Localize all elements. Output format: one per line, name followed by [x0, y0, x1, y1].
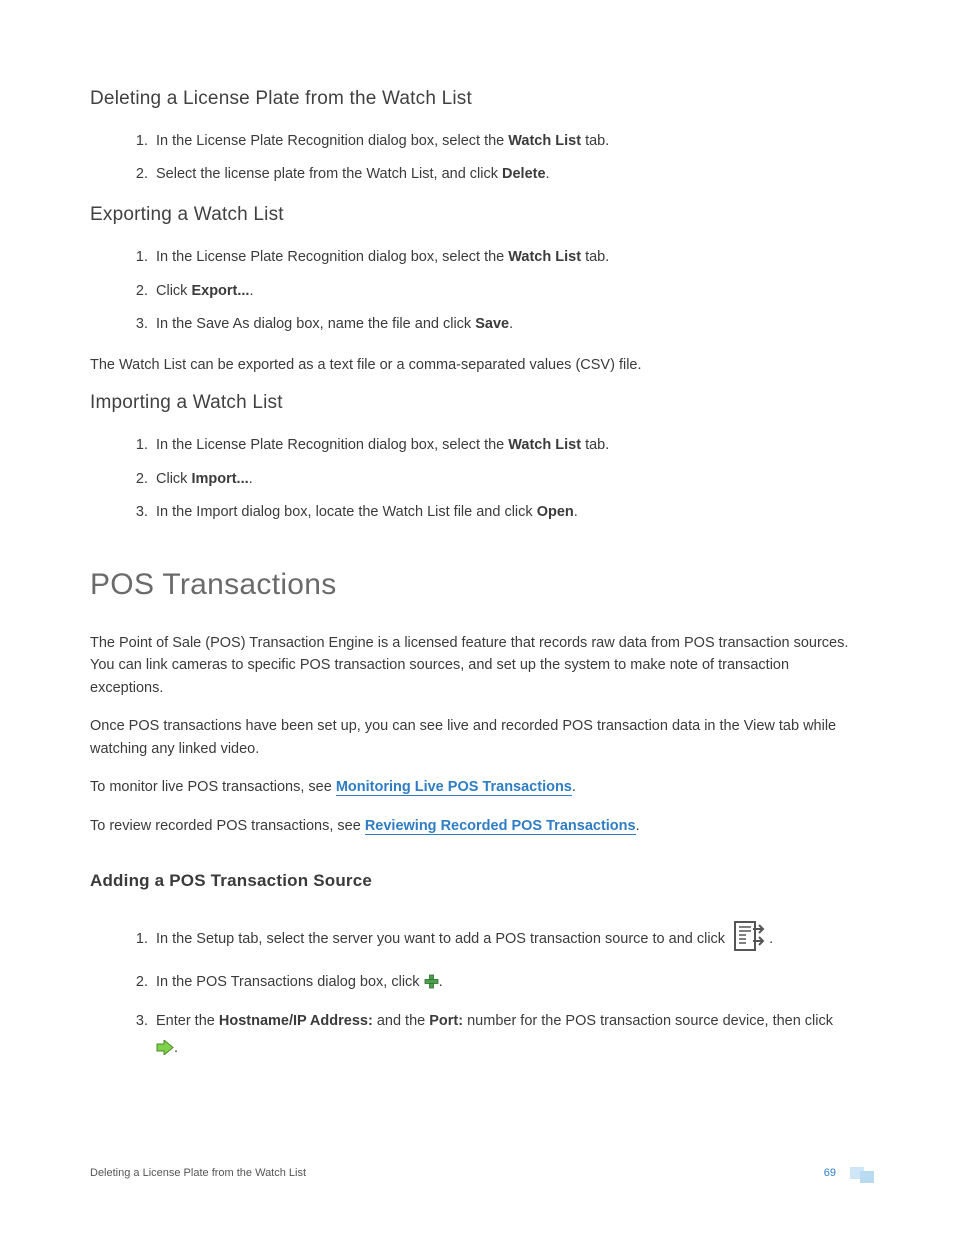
step-text: tab.	[581, 437, 609, 453]
step-bold: Watch List	[508, 437, 581, 453]
steps-export: In the License Plate Recognition dialog …	[90, 246, 864, 336]
step-text: In the Setup tab, select the server you …	[156, 931, 729, 947]
heading-pos-transactions: POS Transactions	[90, 568, 864, 602]
list-item: In the Save As dialog box, name the file…	[152, 313, 864, 336]
steps-delete: In the License Plate Recognition dialog …	[90, 130, 864, 186]
step-text: .	[249, 471, 253, 487]
next-arrow-icon	[156, 1038, 174, 1066]
step-text: .	[174, 1040, 178, 1056]
step-text: Click	[156, 283, 191, 299]
steps-import: In the License Plate Recognition dialog …	[90, 434, 864, 524]
link-monitoring-live-pos[interactable]: Monitoring Live POS Transactions	[336, 779, 572, 796]
step-bold: Import...	[191, 471, 248, 487]
step-text: .	[769, 931, 773, 947]
step-text: Select the license plate from the Watch …	[156, 166, 502, 182]
step-text: tab.	[581, 133, 609, 149]
step-bold: Save	[475, 316, 509, 332]
step-text: In the License Plate Recognition dialog …	[156, 437, 508, 453]
step-bold: Export...	[191, 283, 249, 299]
step-bold: Hostname/IP Address:	[219, 1013, 373, 1029]
footer-right: 69	[824, 1165, 884, 1180]
list-item: Enter the Hostname/IP Address: and the P…	[152, 1008, 864, 1066]
heading-adding-pos-source: Adding a POS Transaction Source	[90, 871, 864, 891]
list-item: In the License Plate Recognition dialog …	[152, 130, 864, 153]
list-item: Click Export....	[152, 280, 864, 303]
text: To monitor live POS transactions, see	[90, 779, 336, 795]
step-text: tab.	[581, 249, 609, 265]
step-bold: Watch List	[508, 133, 581, 149]
step-text: number for the POS transaction source de…	[463, 1013, 833, 1029]
step-bold: Delete	[502, 166, 546, 182]
footer-decoration-icon	[850, 1165, 884, 1180]
document-page: Deleting a License Plate from the Watch …	[0, 0, 954, 1235]
paragraph-export-note: The Watch List can be exported as a text…	[90, 354, 864, 376]
step-text: .	[249, 283, 253, 299]
link-reviewing-recorded-pos[interactable]: Reviewing Recorded POS Transactions	[365, 818, 636, 835]
footer-title: Deleting a License Plate from the Watch …	[90, 1167, 306, 1179]
heading-importing-watch-list: Importing a Watch List	[90, 392, 864, 414]
pos-receipt-icon	[731, 919, 765, 961]
step-text: Click	[156, 471, 191, 487]
list-item: In the License Plate Recognition dialog …	[152, 246, 864, 269]
list-item: Click Import....	[152, 468, 864, 491]
list-item: Select the license plate from the Watch …	[152, 163, 864, 186]
page-number: 69	[824, 1167, 836, 1179]
add-plus-icon	[424, 974, 439, 997]
step-text: .	[439, 974, 443, 990]
list-item: In the License Plate Recognition dialog …	[152, 434, 864, 457]
list-item: In the POS Transactions dialog box, clic…	[152, 971, 864, 997]
step-text: .	[546, 166, 550, 182]
text: .	[636, 818, 640, 834]
page-footer: Deleting a License Plate from the Watch …	[90, 1165, 884, 1180]
steps-add-pos: In the Setup tab, select the server you …	[90, 919, 864, 1065]
step-text: .	[574, 504, 578, 520]
step-bold: Port:	[429, 1013, 463, 1029]
step-text: In the POS Transactions dialog box, clic…	[156, 974, 424, 990]
step-text: and the	[373, 1013, 429, 1029]
paragraph-pos-review: To review recorded POS transactions, see…	[90, 815, 864, 837]
paragraph-pos-intro: The Point of Sale (POS) Transaction Engi…	[90, 632, 864, 699]
heading-delete-license-plate: Deleting a License Plate from the Watch …	[90, 88, 864, 110]
step-text: Enter the	[156, 1013, 219, 1029]
step-text: In the License Plate Recognition dialog …	[156, 249, 508, 265]
list-item: In the Setup tab, select the server you …	[152, 919, 864, 961]
step-text: In the License Plate Recognition dialog …	[156, 133, 508, 149]
step-text: In the Import dialog box, locate the Wat…	[156, 504, 537, 520]
step-text: .	[509, 316, 513, 332]
step-bold: Open	[537, 504, 574, 520]
paragraph-pos-monitor: To monitor live POS transactions, see Mo…	[90, 776, 864, 798]
list-item: In the Import dialog box, locate the Wat…	[152, 501, 864, 524]
heading-exporting-watch-list: Exporting a Watch List	[90, 204, 864, 226]
paragraph-pos-view: Once POS transactions have been set up, …	[90, 715, 864, 760]
step-bold: Watch List	[508, 249, 581, 265]
step-text: In the Save As dialog box, name the file…	[156, 316, 475, 332]
text: To review recorded POS transactions, see	[90, 818, 365, 834]
text: .	[572, 779, 576, 795]
